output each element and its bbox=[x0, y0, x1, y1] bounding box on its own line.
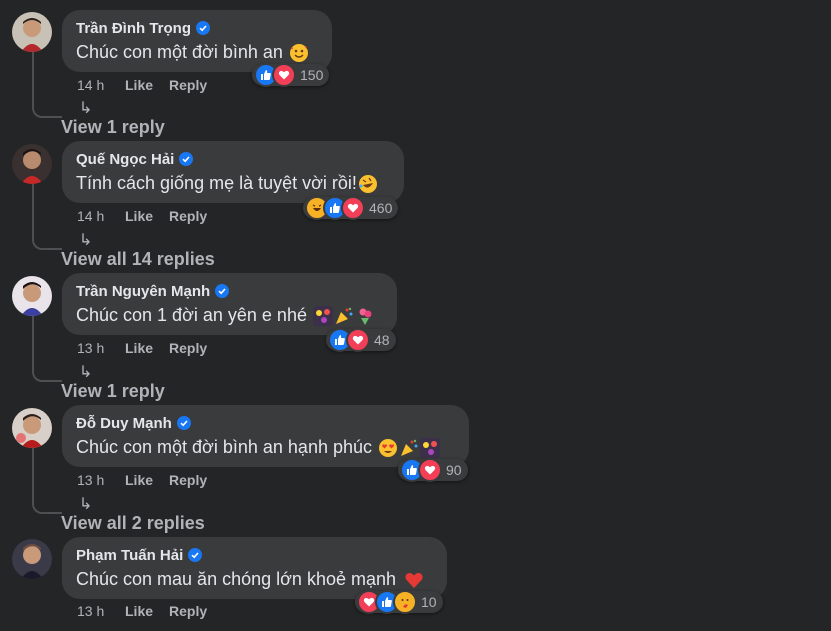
party-popper-emoji bbox=[334, 306, 354, 326]
commenter-name[interactable]: Trần Đình Trọng bbox=[76, 20, 191, 37]
commenter-name[interactable]: Trần Nguyên Mạnh bbox=[76, 283, 210, 300]
like-button[interactable]: Like bbox=[125, 208, 153, 224]
timestamp[interactable]: 14 h bbox=[77, 208, 125, 224]
reply-button[interactable]: Reply bbox=[169, 340, 207, 356]
reply-arrow-icon: ↳ bbox=[79, 100, 93, 117]
timestamp[interactable]: 13 h bbox=[77, 472, 125, 488]
like-button[interactable]: Like bbox=[125, 603, 153, 619]
reply-button[interactable]: Reply bbox=[169, 603, 207, 619]
like-button[interactable]: Like bbox=[125, 77, 153, 93]
comment-text: Tính cách giống mẹ là tuyệt vời rồi! bbox=[76, 173, 357, 193]
smiling-face-with-hearts-emoji bbox=[289, 43, 309, 63]
commenter-name[interactable]: Quế Ngọc Hải bbox=[76, 151, 174, 168]
love-icon bbox=[341, 196, 365, 220]
reaction-summary[interactable]: 10 bbox=[355, 590, 443, 614]
rolling-laughing-emoji bbox=[358, 174, 378, 194]
avatar[interactable] bbox=[12, 12, 52, 52]
avatar[interactable] bbox=[12, 408, 52, 448]
care-icon bbox=[393, 590, 417, 614]
reply-button[interactable]: Reply bbox=[169, 208, 207, 224]
reply-arrow-icon: ↳ bbox=[79, 364, 93, 381]
reply-button[interactable]: Reply bbox=[169, 77, 207, 93]
timestamp[interactable]: 13 h bbox=[77, 603, 125, 619]
fireworks-emoji bbox=[420, 437, 440, 458]
timestamp[interactable]: 14 h bbox=[77, 77, 125, 93]
verified-badge-icon bbox=[188, 548, 203, 562]
comment-text: Chúc con một đời bình an hạnh phúc bbox=[76, 437, 372, 457]
verified-badge-icon bbox=[215, 284, 230, 298]
view-replies-link[interactable]: View all 2 replies bbox=[61, 513, 205, 534]
reaction-count: 460 bbox=[369, 200, 393, 216]
reaction-count: 90 bbox=[446, 462, 462, 478]
bouquet-emoji bbox=[355, 306, 375, 326]
comment-bubble: Quế Ngọc Hải Tính cách giống mẹ là tuyệt… bbox=[62, 141, 404, 203]
comment-text: Chúc con 1 đời an yên e nhé bbox=[76, 305, 307, 325]
reply-arrow-icon: ↳ bbox=[79, 232, 93, 249]
reaction-summary[interactable]: 90 bbox=[398, 458, 468, 482]
heart-eyes-emoji bbox=[378, 438, 398, 458]
fireworks-emoji bbox=[312, 305, 333, 326]
red-heart-emoji bbox=[404, 570, 424, 590]
thread-line bbox=[32, 316, 62, 382]
verified-badge-icon bbox=[196, 21, 210, 35]
thread-line bbox=[32, 448, 62, 514]
reply-arrow-icon: ↳ bbox=[79, 496, 93, 513]
verified-badge-icon bbox=[179, 152, 194, 166]
thread-line bbox=[32, 52, 62, 118]
like-button[interactable]: Like bbox=[125, 340, 153, 356]
verified-badge-icon bbox=[176, 416, 191, 430]
commenter-name[interactable]: Phạm Tuấn Hải bbox=[76, 547, 183, 564]
comment-bubble: Trần Nguyên Mạnh Chúc con 1 đời an yên e… bbox=[62, 273, 397, 335]
party-popper-emoji bbox=[399, 438, 419, 458]
avatar[interactable] bbox=[12, 276, 52, 316]
reaction-count: 10 bbox=[421, 594, 437, 610]
avatar[interactable] bbox=[12, 144, 52, 184]
commenter-name[interactable]: Đỗ Duy Mạnh bbox=[76, 415, 172, 432]
reaction-summary[interactable]: 150 bbox=[252, 63, 330, 87]
comment-text: Chúc con mau ăn chóng lớn khoẻ mạnh bbox=[76, 569, 397, 589]
timestamp[interactable]: 13 h bbox=[77, 340, 125, 356]
view-replies-link[interactable]: View 1 reply bbox=[61, 381, 165, 402]
reaction-count: 150 bbox=[300, 67, 324, 83]
thread-line bbox=[32, 184, 62, 250]
reaction-summary[interactable]: 460 bbox=[303, 196, 399, 220]
reaction-count: 48 bbox=[374, 332, 390, 348]
comment-bubble: Trần Đình Trọng Chúc con một đời bình an bbox=[62, 10, 332, 72]
avatar[interactable] bbox=[12, 539, 52, 579]
comment-text: Chúc con một đời bình an bbox=[76, 42, 283, 62]
like-button[interactable]: Like bbox=[125, 472, 153, 488]
view-replies-link[interactable]: View 1 reply bbox=[61, 117, 165, 138]
reply-button[interactable]: Reply bbox=[169, 472, 207, 488]
love-icon bbox=[418, 458, 442, 482]
love-icon bbox=[346, 328, 370, 352]
love-icon bbox=[272, 63, 296, 87]
view-replies-link[interactable]: View all 14 replies bbox=[61, 249, 215, 270]
reaction-summary[interactable]: 48 bbox=[326, 328, 396, 352]
